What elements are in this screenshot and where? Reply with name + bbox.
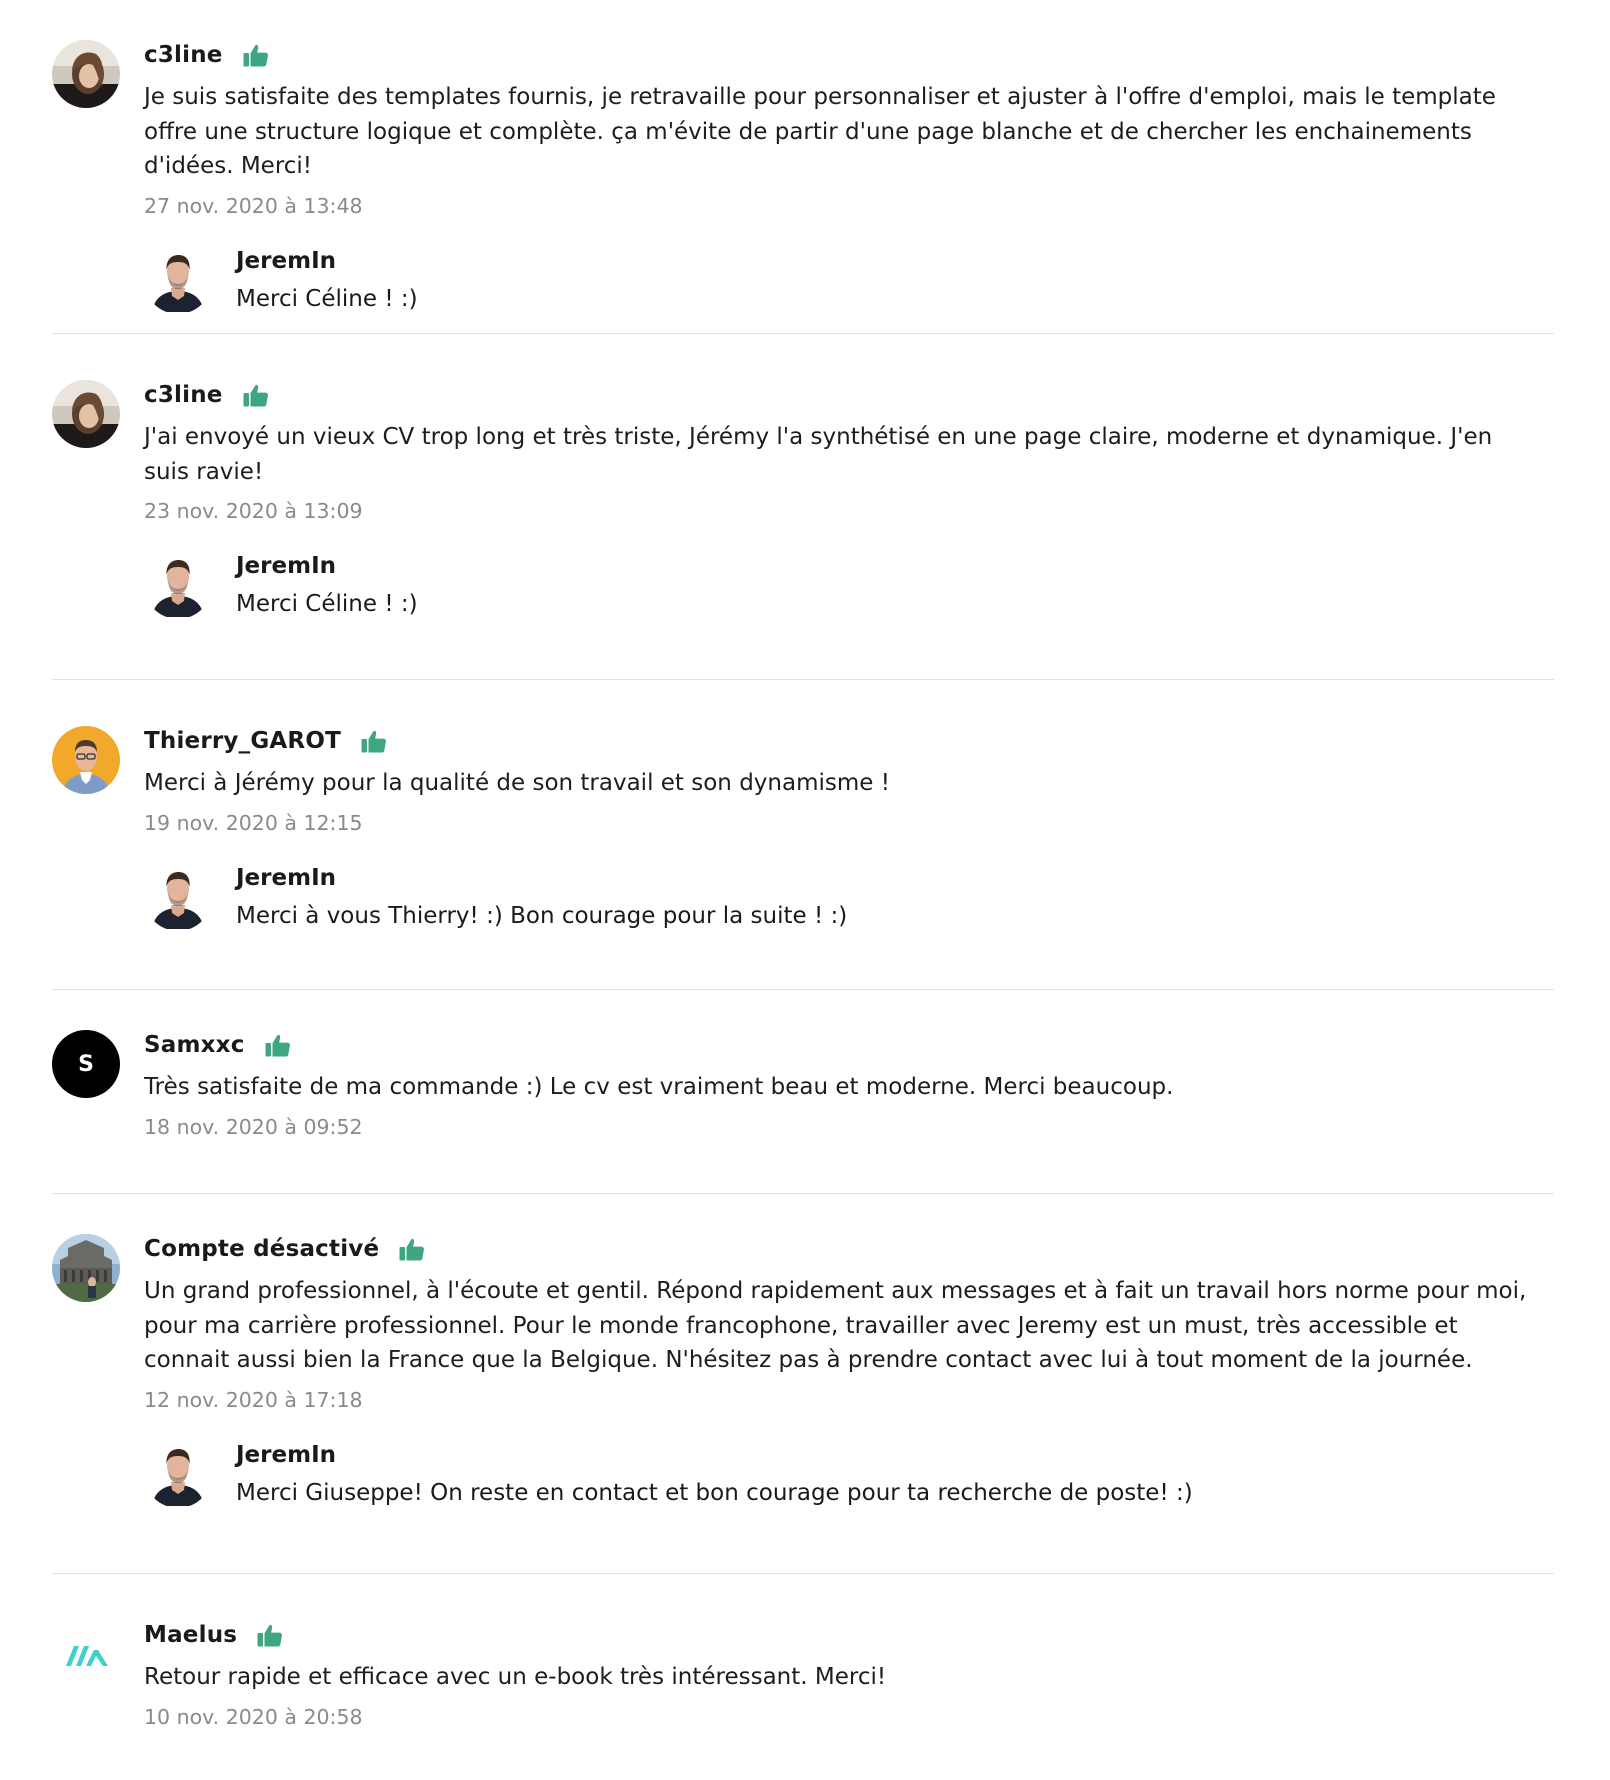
reply-username[interactable]: JeremIn (236, 1440, 1544, 1470)
review-date: 12 nov. 2020 à 17:18 (144, 1387, 363, 1412)
review-header: Samxxc (144, 1030, 1544, 1060)
thumbs-up-icon (243, 43, 269, 67)
avatar-jeremin[interactable] (144, 863, 212, 931)
review-item: Thierry_GAROT Merci à Jérémy pour la qua… (52, 680, 1554, 990)
review-username[interactable]: Maelus (144, 1622, 237, 1648)
reply-username[interactable]: JeremIn (236, 863, 1544, 893)
avatar-jeremin[interactable] (144, 1440, 212, 1508)
review-text: Un grand professionnel, à l'écoute et ge… (144, 1278, 1527, 1373)
review-item: c3line Je suis satisfaite des templates … (52, 0, 1554, 334)
review-text: Très satisfaite de ma commande :) Le cv … (144, 1074, 1174, 1100)
review-date: 23 nov. 2020 à 13:09 (144, 499, 363, 523)
review-date: 27 nov. 2020 à 13:48 (144, 193, 363, 218)
review-date: 10 nov. 2020 à 20:58 (144, 1704, 363, 1729)
review-username[interactable]: Samxxc (144, 1032, 245, 1058)
review-username[interactable]: c3line (144, 382, 223, 408)
review-date: 19 nov. 2020 à 12:15 (144, 810, 363, 835)
maelus-logo-icon (52, 1620, 120, 1688)
reply-text: Merci Céline ! :) (236, 285, 418, 312)
seller-reply: JeremIn Merci Céline ! :) (144, 551, 1544, 625)
avatar-letter: S (78, 1051, 94, 1077)
review-text: J'ai envoyé un vieux CV trop long et trè… (144, 424, 1493, 485)
thumbs-up-icon (361, 729, 387, 753)
review-text: Retour rapide et efficace avec un e-book… (144, 1664, 887, 1690)
avatar-maelus[interactable] (52, 1620, 120, 1688)
review-header: Thierry_GAROT (144, 726, 1544, 756)
thumbs-up-icon (243, 383, 269, 407)
review-username[interactable]: Compte désactivé (144, 1236, 379, 1262)
review-item: S Samxxc Très satisfaite de ma commande … (52, 990, 1554, 1194)
avatar-thierry-garot[interactable] (52, 726, 120, 794)
review-header: c3line (144, 40, 1544, 70)
reply-text: Merci Céline ! :) (236, 591, 418, 617)
review-content: Thierry_GAROT Merci à Jérémy pour la qua… (144, 726, 1554, 937)
thumbs-up-icon (257, 1623, 283, 1647)
reply-username[interactable]: JeremIn (236, 551, 1544, 581)
seller-reply: JeremIn Merci à vous Thierry! :) Bon cou… (144, 863, 1544, 937)
review-header: Maelus (144, 1620, 1544, 1650)
reply-content: JeremIn Merci Céline ! :) (236, 551, 1544, 621)
reply-text: Merci à vous Thierry! :) Bon courage pou… (236, 902, 848, 929)
avatar-samxxc[interactable]: S (52, 1030, 120, 1098)
reply-text: Merci Giuseppe! On reste en contact et b… (236, 1479, 1193, 1506)
avatar-c3line[interactable] (52, 40, 120, 108)
review-username[interactable]: Thierry_GAROT (144, 728, 341, 754)
seller-reply: JeremIn Merci Giuseppe! On reste en cont… (144, 1440, 1544, 1514)
thumbs-up-icon (265, 1033, 291, 1057)
reviews-list: c3line Je suis satisfaite des templates … (52, 0, 1554, 1780)
review-item: Compte désactivé Un grand professionnel,… (52, 1194, 1554, 1574)
reply-content: JeremIn Merci Giuseppe! On reste en cont… (236, 1440, 1544, 1510)
review-text: Merci à Jérémy pour la qualité de son tr… (144, 770, 890, 796)
review-text: Je suis satisfaite des templates fournis… (144, 84, 1496, 179)
reply-content: JeremIn Merci à vous Thierry! :) Bon cou… (236, 863, 1544, 933)
review-date: 18 nov. 2020 à 09:52 (144, 1114, 363, 1139)
avatar-jeremin[interactable] (144, 246, 212, 314)
thumbs-up-icon (399, 1237, 425, 1261)
review-content: c3line J'ai envoyé un vieux CV trop long… (144, 380, 1554, 625)
reply-username[interactable]: JeremIn (236, 246, 1544, 276)
review-header: Compte désactivé (144, 1234, 1544, 1264)
review-username[interactable]: c3line (144, 42, 223, 68)
review-content: Samxxc Très satisfaite de ma commande :)… (144, 1030, 1554, 1141)
review-content: Compte désactivé Un grand professionnel,… (144, 1234, 1554, 1514)
review-item: c3line J'ai envoyé un vieux CV trop long… (52, 334, 1554, 680)
avatar-compte-desactive[interactable] (52, 1234, 120, 1302)
review-content: Maelus Retour rapide et efficace avec un… (144, 1620, 1554, 1731)
avatar-c3line[interactable] (52, 380, 120, 448)
review-header: c3line (144, 380, 1544, 410)
review-content: c3line Je suis satisfaite des templates … (144, 40, 1554, 320)
review-item: Maelus Retour rapide et efficace avec un… (52, 1574, 1554, 1780)
avatar-jeremin[interactable] (144, 551, 212, 619)
seller-reply: JeremIn Merci Céline ! :) (144, 246, 1544, 320)
reply-content: JeremIn Merci Céline ! :) (236, 246, 1544, 316)
